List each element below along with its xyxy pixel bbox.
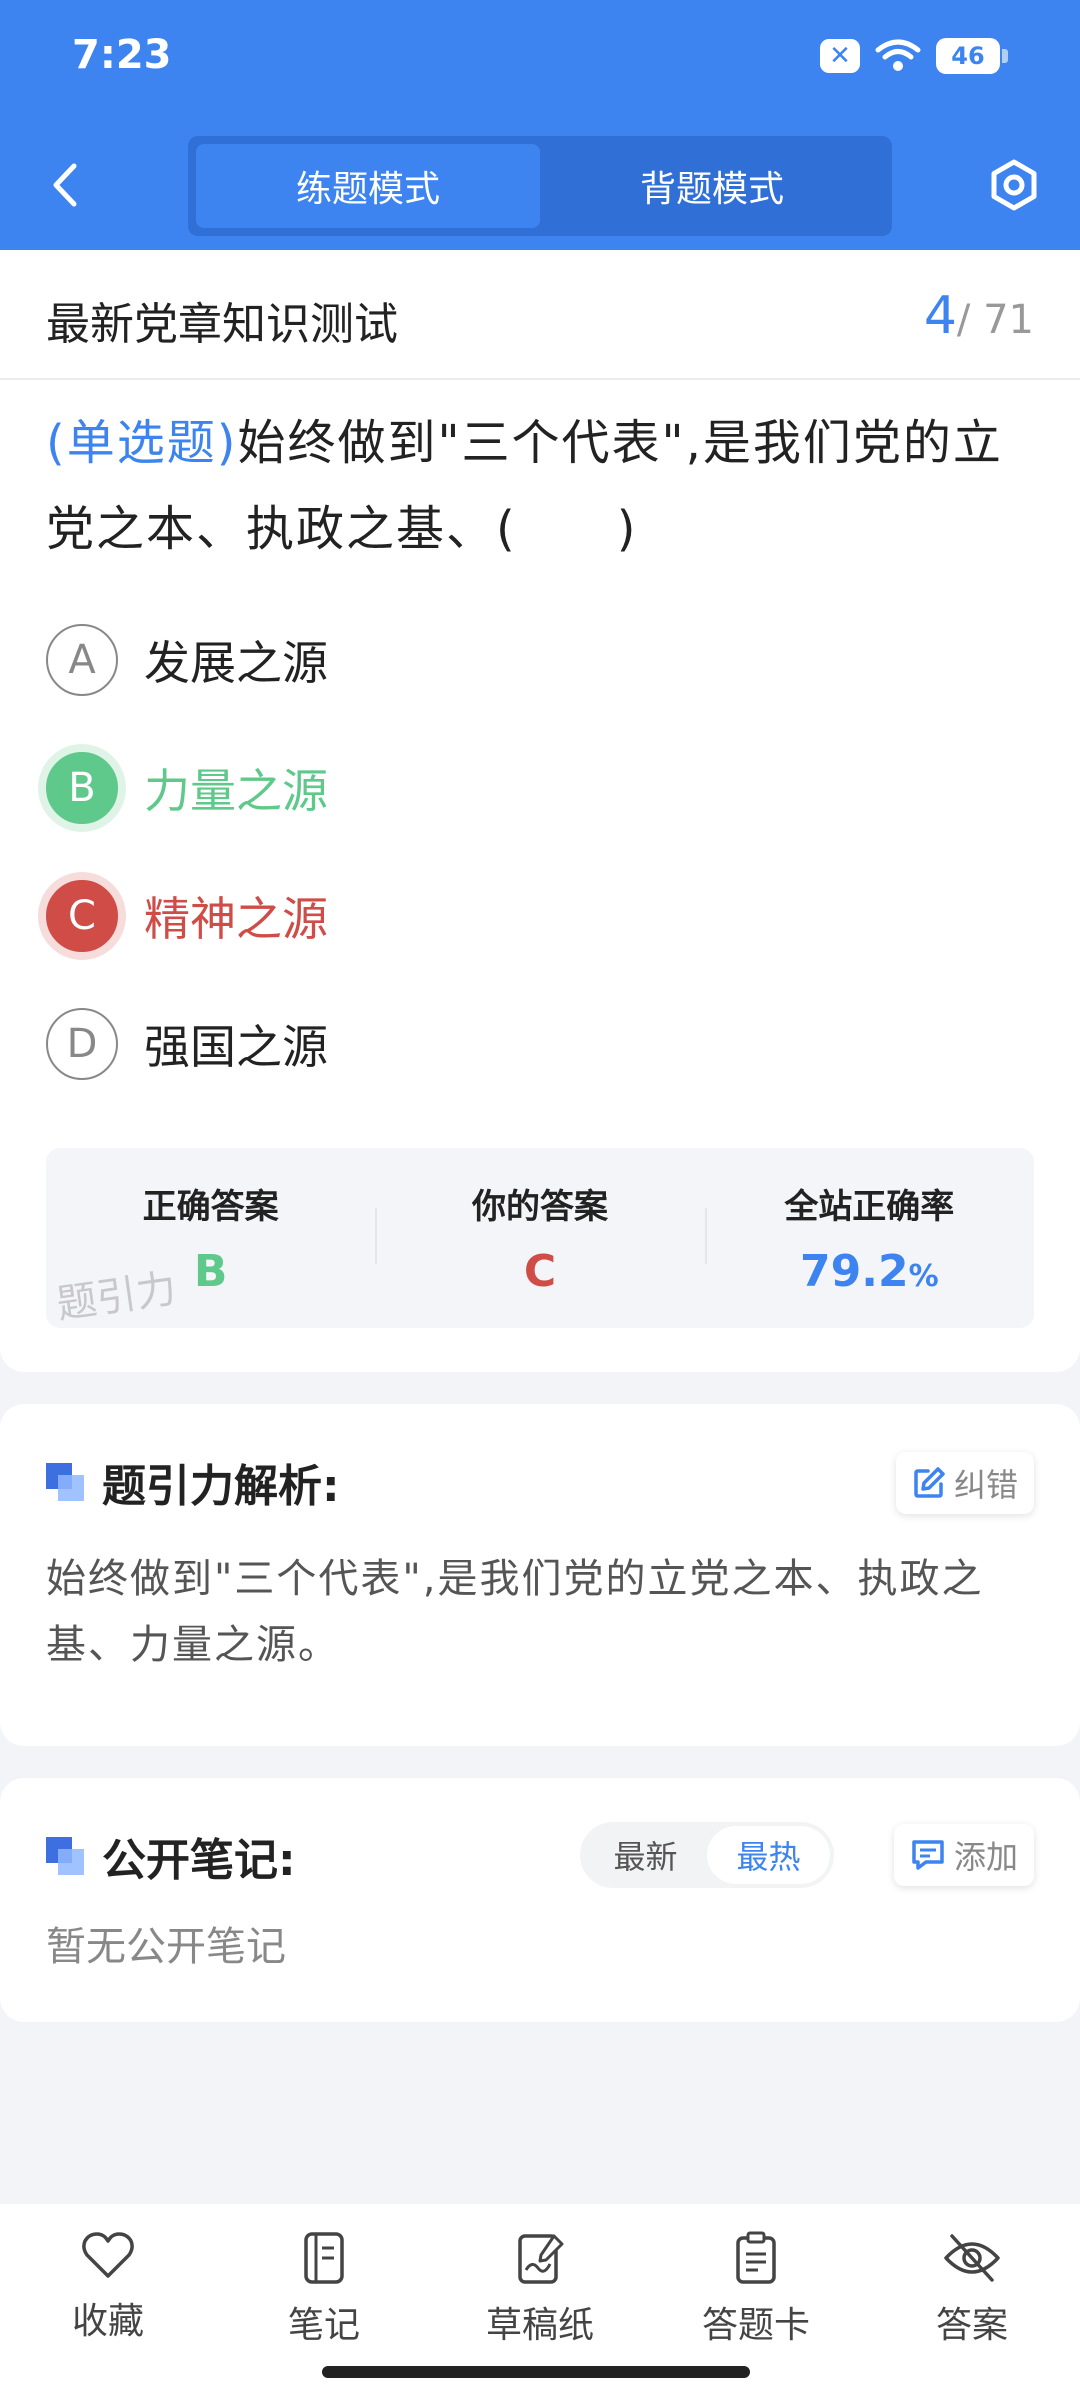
status-icons: ✕ 46 [820,38,1008,74]
no-notes-text: 暂无公开笔记 [46,1924,286,1970]
option-letter: C [46,880,118,952]
battery-icon: 46 [936,38,1008,74]
header: 7:23 ✕ 46 练题模式 背题模式 [0,0,1080,250]
question-text: (单选题)始终做到"三个代表",是我们党的立党之本、执政之基、( ) [46,400,1036,572]
question-card: 最新党章知识测试 4/ 71 (单选题)始终做到"三个代表",是我们党的立党之本… [0,250,1080,1372]
option-a[interactable]: A 发展之源 [46,620,746,700]
analysis-title-text: 题引力解析: [102,1461,340,1512]
wifi-icon [875,39,921,71]
site-accuracy-label: 全站正确率 [784,1187,955,1227]
option-letter: A [46,624,118,696]
option-label: 强国之源 [144,1020,328,1074]
analysis-card: 题引力解析: 纠错 始终做到"三个代表",是我们党的立党之本、执政之基、力量之源… [0,1404,1080,1746]
option-letter: B [46,752,118,824]
nav-favorite[interactable]: 收藏 [0,2204,216,2400]
accuracy-number: 79.2 [800,1246,909,1297]
accuracy-unit: % [908,1259,939,1294]
heart-icon [82,2232,134,2278]
chevron-left-icon [53,163,77,207]
nav-answer[interactable]: 答案 [864,2204,1080,2400]
correct-answer-label: 正确答案 [142,1187,279,1227]
nav-label: 草稿纸 [485,2305,594,2346]
comment-icon [912,1840,944,1870]
notes-sort-toggle: 最新 最热 [580,1822,834,1888]
option-letter: D [46,1008,118,1080]
option-c[interactable]: C 精神之源 [46,876,746,956]
your-answer-value: C [523,1246,557,1297]
notes-title-text: 公开笔记: [102,1835,296,1886]
nav-label: 答题卡 [701,2305,810,2346]
site-accuracy-value: 79.2% [800,1246,939,1297]
gear-icon [991,159,1037,211]
home-indicator[interactable] [322,2366,750,2378]
divider [0,378,1080,380]
question-type: (单选题) [46,415,238,471]
status-time: 7:23 [72,32,172,78]
option-label: 精神之源 [144,892,328,946]
option-label: 发展之源 [144,636,328,690]
exam-title: 最新党章知识测试 [46,299,398,350]
status-bar: 7:23 ✕ 46 [0,0,1080,120]
correct-answer: 正确答案 B 题引力 [46,1148,375,1328]
x-icon: ✕ [820,39,860,73]
option-b[interactable]: B 力量之源 [46,748,746,828]
nav-label: 笔记 [287,2305,360,2346]
add-note-button[interactable]: 添加 [893,1824,1034,1886]
option-label: 力量之源 [144,764,328,818]
site-accuracy: 全站正确率 79.2% [704,1148,1034,1328]
your-answer: 你的答案 C [375,1148,704,1328]
edit-icon [914,1467,945,1498]
tab-practice-mode[interactable]: 练题模式 [196,144,540,228]
eye-off-icon [944,2234,1000,2282]
analysis-title: 题引力解析: [46,1450,340,1514]
total-questions: / 71 [956,297,1034,343]
answer-summary: 正确答案 B 题引力 你的答案 C 全站正确率 79.2% [46,1148,1034,1328]
answer-card-icon [736,2231,776,2284]
watermark: 题引力 [53,1265,180,1329]
your-answer-label: 你的答案 [471,1187,608,1227]
option-d[interactable]: D 强国之源 [46,1004,746,1084]
question-counter: 4/ 71 [924,286,1034,346]
mode-switch: 练题模式 背题模式 [188,136,892,236]
current-question-number: 4 [923,286,957,346]
notes-card: 公开笔记: 最新 最热 添加 暂无公开笔记 [0,1778,1080,2022]
analysis-text: 始终做到"三个代表",是我们党的立党之本、执政之基、力量之源。 [46,1556,984,1668]
sort-hottest[interactable]: 最热 [707,1826,830,1884]
back-button[interactable] [40,155,90,215]
tab-memorize-mode[interactable]: 背题模式 [540,144,884,228]
nav-label: 收藏 [71,2301,144,2342]
section-mark-icon [46,1837,84,1875]
report-error-label: 纠错 [953,1466,1018,1504]
correct-answer-value: B [193,1246,228,1297]
section-mark-icon [46,1463,84,1501]
report-error-button[interactable]: 纠错 [895,1452,1034,1514]
sort-newest[interactable]: 最新 [584,1826,707,1884]
add-note-label: 添加 [953,1838,1018,1876]
nav-label: 答案 [935,2305,1008,2346]
notebook-icon [304,2232,344,2284]
notes-title: 公开笔记: [46,1824,296,1888]
settings-button[interactable] [984,155,1044,215]
draft-icon [518,2234,564,2284]
